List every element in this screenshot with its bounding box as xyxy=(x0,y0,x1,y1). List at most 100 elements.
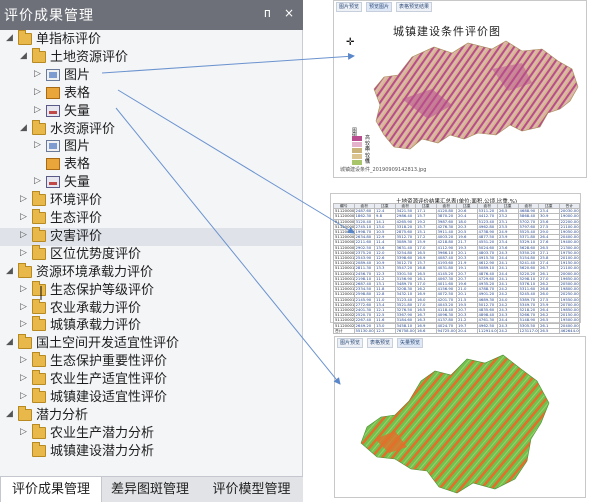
tree-item-label: 国土空间开发适宜性评价 xyxy=(36,336,180,352)
vector-preview-window: 图片预览 表格预览 矢量预览 xyxy=(334,336,586,498)
tree-item[interactable]: 城镇建设潜力分析 xyxy=(0,441,302,461)
tree-item-label: 农业生产适宜性评价 xyxy=(50,372,168,388)
tree-item[interactable]: ▷ 农业承载力评价 xyxy=(0,298,302,318)
table-cell: 511200011 xyxy=(333,260,355,267)
tree-item[interactable]: ▷ 环境评价 xyxy=(0,191,302,210)
tree-item[interactable]: ▷ 生态评价 xyxy=(0,209,302,228)
tree-item-label: 环境评价 xyxy=(50,193,103,209)
table-cell: 20400.00 xyxy=(558,322,580,329)
tree-item[interactable]: ▷ 图片 xyxy=(0,67,302,85)
expanded-arrow-icon[interactable]: ◢ xyxy=(6,409,13,419)
table-cell: 511200014 xyxy=(333,275,355,283)
tree-item[interactable]: ◢ 水资源评价 xyxy=(0,119,302,139)
table-cell: 511200010 xyxy=(333,255,355,262)
tree-item[interactable]: ◢ 单指标评价 xyxy=(0,30,302,49)
tree-item[interactable]: ◢ 土地资源评价 xyxy=(0,47,302,67)
tree-item[interactable]: ▷ 农业生产适宜性评价 xyxy=(0,370,302,389)
collapsed-arrow-icon[interactable]: ▷ xyxy=(34,87,41,97)
table-row: 合计 55130.00 12.3 76758.00 16.6 94725.00 20.4 11… xyxy=(333,327,580,335)
legend-label-5: 低 xyxy=(365,159,371,165)
tab-model-management[interactable]: 评价模型管理 xyxy=(200,477,303,502)
tree-item[interactable]: ▷ 矢量 xyxy=(0,174,302,192)
table-cell: 511200012 xyxy=(333,265,355,272)
collapsed-arrow-icon[interactable]: ▷ xyxy=(20,302,27,312)
collapsed-arrow-icon[interactable]: ▷ xyxy=(20,391,27,401)
tab-vector-3[interactable]: 矢量预览 xyxy=(397,338,424,348)
tree-item-label: 资源环境承载力评价 xyxy=(36,264,154,280)
expanded-arrow-icon[interactable]: ◢ xyxy=(6,337,13,347)
tree-item-label: 生态保护重要性评价 xyxy=(50,354,168,370)
folder-icon xyxy=(32,298,46,314)
tree-item[interactable]: ▷ 矢量 xyxy=(0,103,302,121)
table-cell: 511200020 xyxy=(333,307,355,314)
tree-item-label: 潜力分析 xyxy=(36,407,89,423)
table-icon xyxy=(46,86,60,99)
table-cell: 94725.00 xyxy=(435,327,457,335)
tree-item[interactable]: ▷ 城镇承载力评价 xyxy=(0,316,302,335)
image-preview-window: 图片预览 预览图片 表格预览结果 城镇建设条件评价图 ✛ 图例 高 较高 中 xyxy=(333,0,587,178)
collapsed-arrow-icon[interactable]: ▷ xyxy=(34,140,41,150)
tab-image-preview-3[interactable]: 表格预览结果 xyxy=(396,2,433,12)
folder-icon xyxy=(18,262,32,278)
collapsed-arrow-icon[interactable]: ▷ xyxy=(20,194,27,204)
folder-icon xyxy=(18,405,32,421)
tab-image-preview-2[interactable]: 预览图片 xyxy=(366,2,393,12)
tree-item[interactable]: ◢ 国土空间开发适宜性评价 xyxy=(0,334,302,353)
expanded-arrow-icon[interactable]: ◢ xyxy=(6,266,13,276)
collapsed-arrow-icon[interactable]: ▷ xyxy=(20,373,27,383)
tab-results-management[interactable]: 评价成果管理 xyxy=(0,477,102,502)
table-cell: 19150.00 xyxy=(558,260,580,267)
expanded-arrow-icon[interactable]: ◢ xyxy=(20,123,27,133)
image-filename: 城镇建设条件_20190909142813.jpg xyxy=(340,167,427,173)
table-cell: 19500.00 xyxy=(558,317,580,324)
table-cell: 55130.00 xyxy=(353,327,375,335)
collapsed-arrow-icon[interactable]: ▷ xyxy=(34,176,41,186)
tree-item[interactable]: ▷ 表格 xyxy=(0,85,302,103)
tree-item[interactable]: ▷ 农业生产潜力分析 xyxy=(0,423,302,443)
expanded-arrow-icon[interactable]: ◢ xyxy=(6,33,13,43)
tab-vector-1[interactable]: 图片预览 xyxy=(337,338,364,348)
table-cell: 511200013 xyxy=(333,270,355,277)
folder-icon xyxy=(32,352,46,368)
collapsed-arrow-icon[interactable]: ▷ xyxy=(20,319,27,329)
collapsed-arrow-icon[interactable]: ▷ xyxy=(20,212,27,222)
table-cell: 16.6 xyxy=(415,327,437,335)
tree-item[interactable]: ▷ 生态保护重要性评价 xyxy=(0,352,302,371)
folder-icon xyxy=(32,316,46,332)
collapsed-arrow-icon[interactable]: ▷ xyxy=(34,69,41,79)
collapsed-arrow-icon[interactable]: ▷ xyxy=(34,105,41,115)
table-cell: 76758.00 xyxy=(394,327,416,335)
collapsed-arrow-icon[interactable]: ▷ xyxy=(20,248,27,258)
expanded-arrow-icon[interactable]: ◢ xyxy=(20,51,27,61)
tree-item[interactable]: ▷ 区位优势度评价 xyxy=(0,244,302,264)
table-cell: 511200006 xyxy=(333,234,355,241)
tree-item[interactable]: 表格 xyxy=(0,156,302,174)
table-cell: 20500.00 xyxy=(558,281,580,288)
legend-swatch-5 xyxy=(352,160,362,165)
vector-icon xyxy=(46,176,60,189)
table-cell: 19800.00 xyxy=(558,286,580,293)
tree-item[interactable]: ◢ 潜力分析 xyxy=(0,405,302,425)
tree-item[interactable]: ▷ 图片 xyxy=(0,138,302,156)
tree-item-label: 城镇建设潜力分析 xyxy=(50,443,155,459)
tree-item-label: 生态评价 xyxy=(50,211,103,226)
legend-swatch-3 xyxy=(352,148,362,153)
collapsed-arrow-icon[interactable]: ▷ xyxy=(20,427,27,437)
suitability-map xyxy=(373,40,579,150)
tree-item[interactable]: ◢ 资源环境承载力评价 xyxy=(0,262,302,282)
close-icon[interactable]: × xyxy=(284,6,294,20)
table-preview-window: 土地资源评价结果汇总表(单位:面积,公顷,比重,%) 编号 面积 比重 面积 比重 面积比… xyxy=(330,193,581,335)
tree-item[interactable]: ▷ 生态保护等级评价 xyxy=(0,280,302,300)
vector-icon xyxy=(46,104,60,117)
tab-vector-2[interactable]: 表格预览 xyxy=(367,338,394,348)
tab-image-preview-1[interactable]: 图片预览 xyxy=(336,2,363,12)
collapsed-arrow-icon[interactable]: ▷ xyxy=(20,355,27,365)
pin-icon[interactable]: ᴨ xyxy=(264,6,271,20)
collapsed-arrow-icon[interactable]: ▷ xyxy=(20,230,27,240)
collapsed-arrow-icon[interactable]: ▷ xyxy=(20,284,27,294)
tree-item[interactable]: ▷ 灾害评价 xyxy=(0,226,302,246)
bottom-tab-bar: 评价成果管理 差异图斑管理 评价模型管理 xyxy=(0,476,303,502)
tree-item[interactable]: ▷ 城镇建设适宜性评价 xyxy=(0,388,302,407)
tab-difference-patches[interactable]: 差异图斑管理 xyxy=(100,477,200,502)
table-cell: 20030.00 xyxy=(558,208,580,215)
